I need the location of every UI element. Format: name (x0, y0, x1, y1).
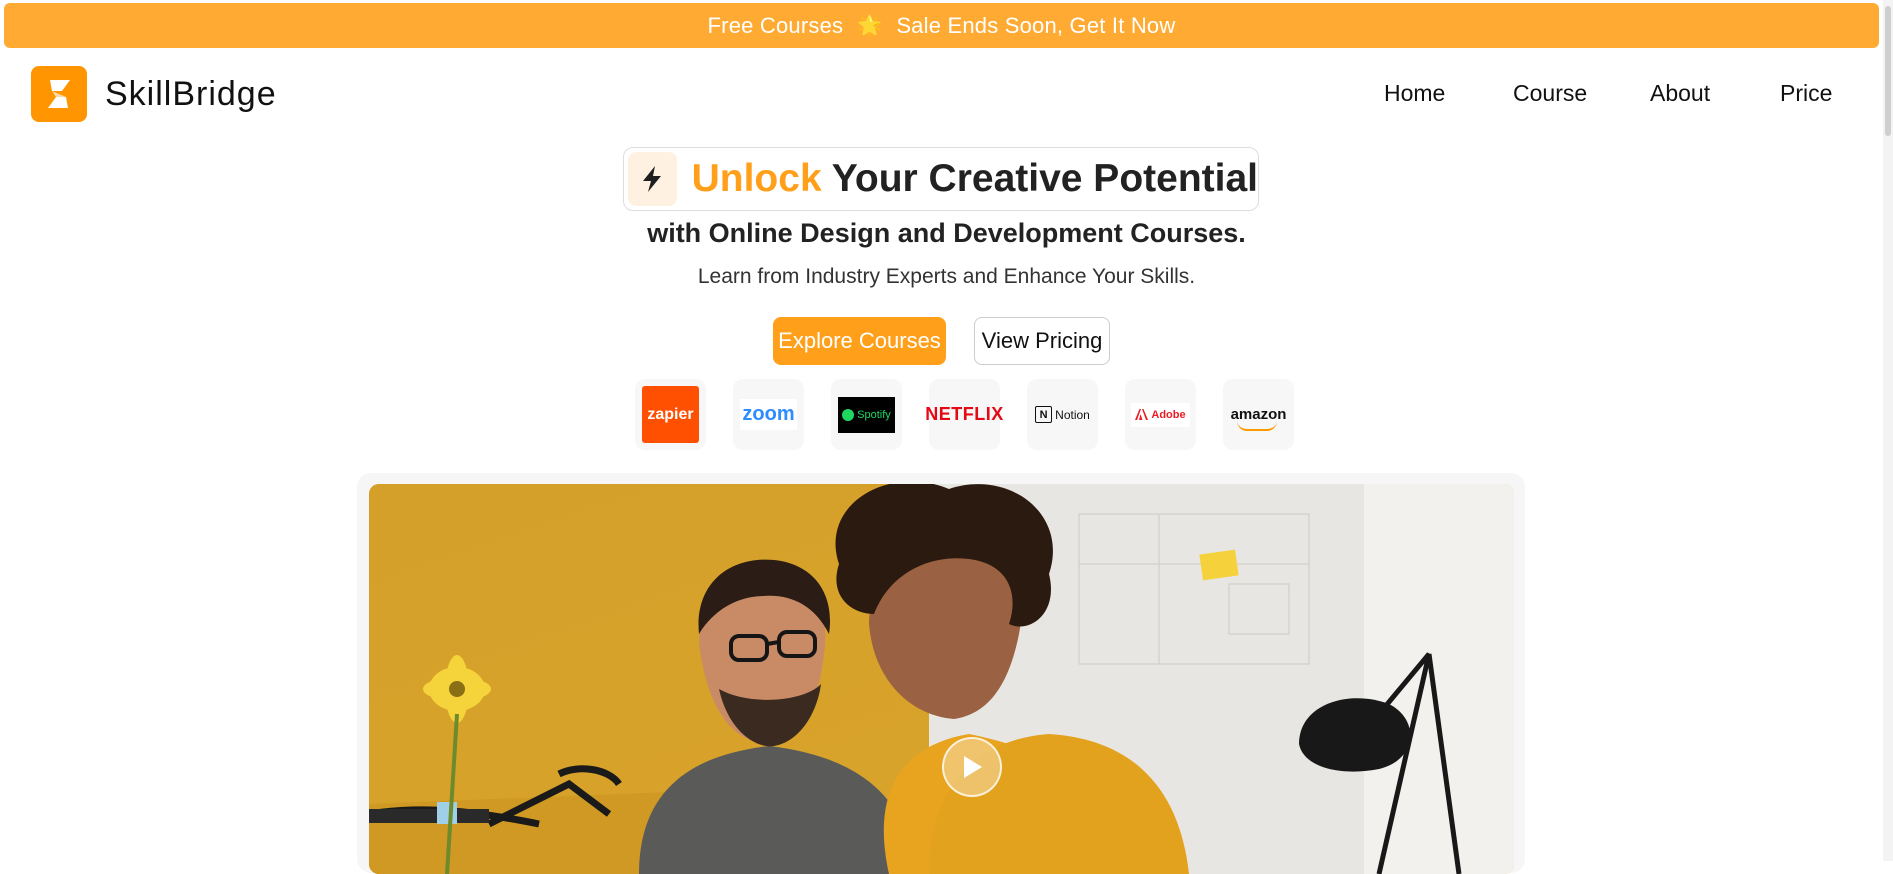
spotify-logo: Spotify (831, 379, 902, 450)
play-button[interactable] (942, 737, 1002, 797)
lightning-icon (628, 152, 677, 206)
promo-banner[interactable]: Free Courses 🌟 Sale Ends Soon, Get It No… (4, 3, 1879, 48)
hero-lead: Learn from Industry Experts and Enhance … (697, 265, 1196, 288)
notion-icon: N (1035, 406, 1053, 423)
promo-text-right: Sale Ends Soon, Get It Now (896, 12, 1176, 38)
netflix-logo: NETFLIX (925, 379, 1003, 450)
hero-video-image (369, 484, 1514, 874)
nav-about[interactable]: About (1650, 80, 1710, 107)
hero-video[interactable] (369, 484, 1514, 874)
scrollbar-thumb[interactable] (1885, 6, 1891, 136)
nav-home[interactable]: Home (1384, 80, 1445, 107)
hero-headline: Unlock Your Creative Potential (692, 157, 1258, 201)
amazon-smile-icon (1236, 421, 1277, 431)
promo-text-left: Free Courses (707, 12, 844, 38)
main-nav: Home Course About Price (0, 80, 1893, 110)
adobe-icon (1135, 409, 1149, 420)
zoom-logo: zoom (733, 379, 804, 450)
headline-accent: Unlock (691, 157, 822, 200)
headline-rest: Your Creative Potential (821, 157, 1258, 200)
adobe-logo: Adobe (1125, 379, 1196, 450)
explore-courses-button[interactable]: Explore Courses (773, 317, 946, 365)
scrollbar[interactable] (1883, 0, 1893, 861)
view-pricing-button[interactable]: View Pricing (974, 317, 1110, 365)
play-icon (964, 756, 982, 778)
hero-headline-box: Unlock Your Creative Potential (623, 147, 1259, 211)
hero-subheadline: with Online Design and Development Cours… (647, 218, 1246, 248)
nav-price[interactable]: Price (1780, 80, 1832, 107)
star-icon: 🌟 (857, 15, 883, 37)
spotify-icon (842, 408, 855, 421)
amazon-logo: amazon (1223, 379, 1294, 450)
notion-logo: N Notion (1027, 379, 1098, 450)
zapier-logo: zapier (635, 379, 706, 450)
nav-course[interactable]: Course (1513, 80, 1587, 107)
